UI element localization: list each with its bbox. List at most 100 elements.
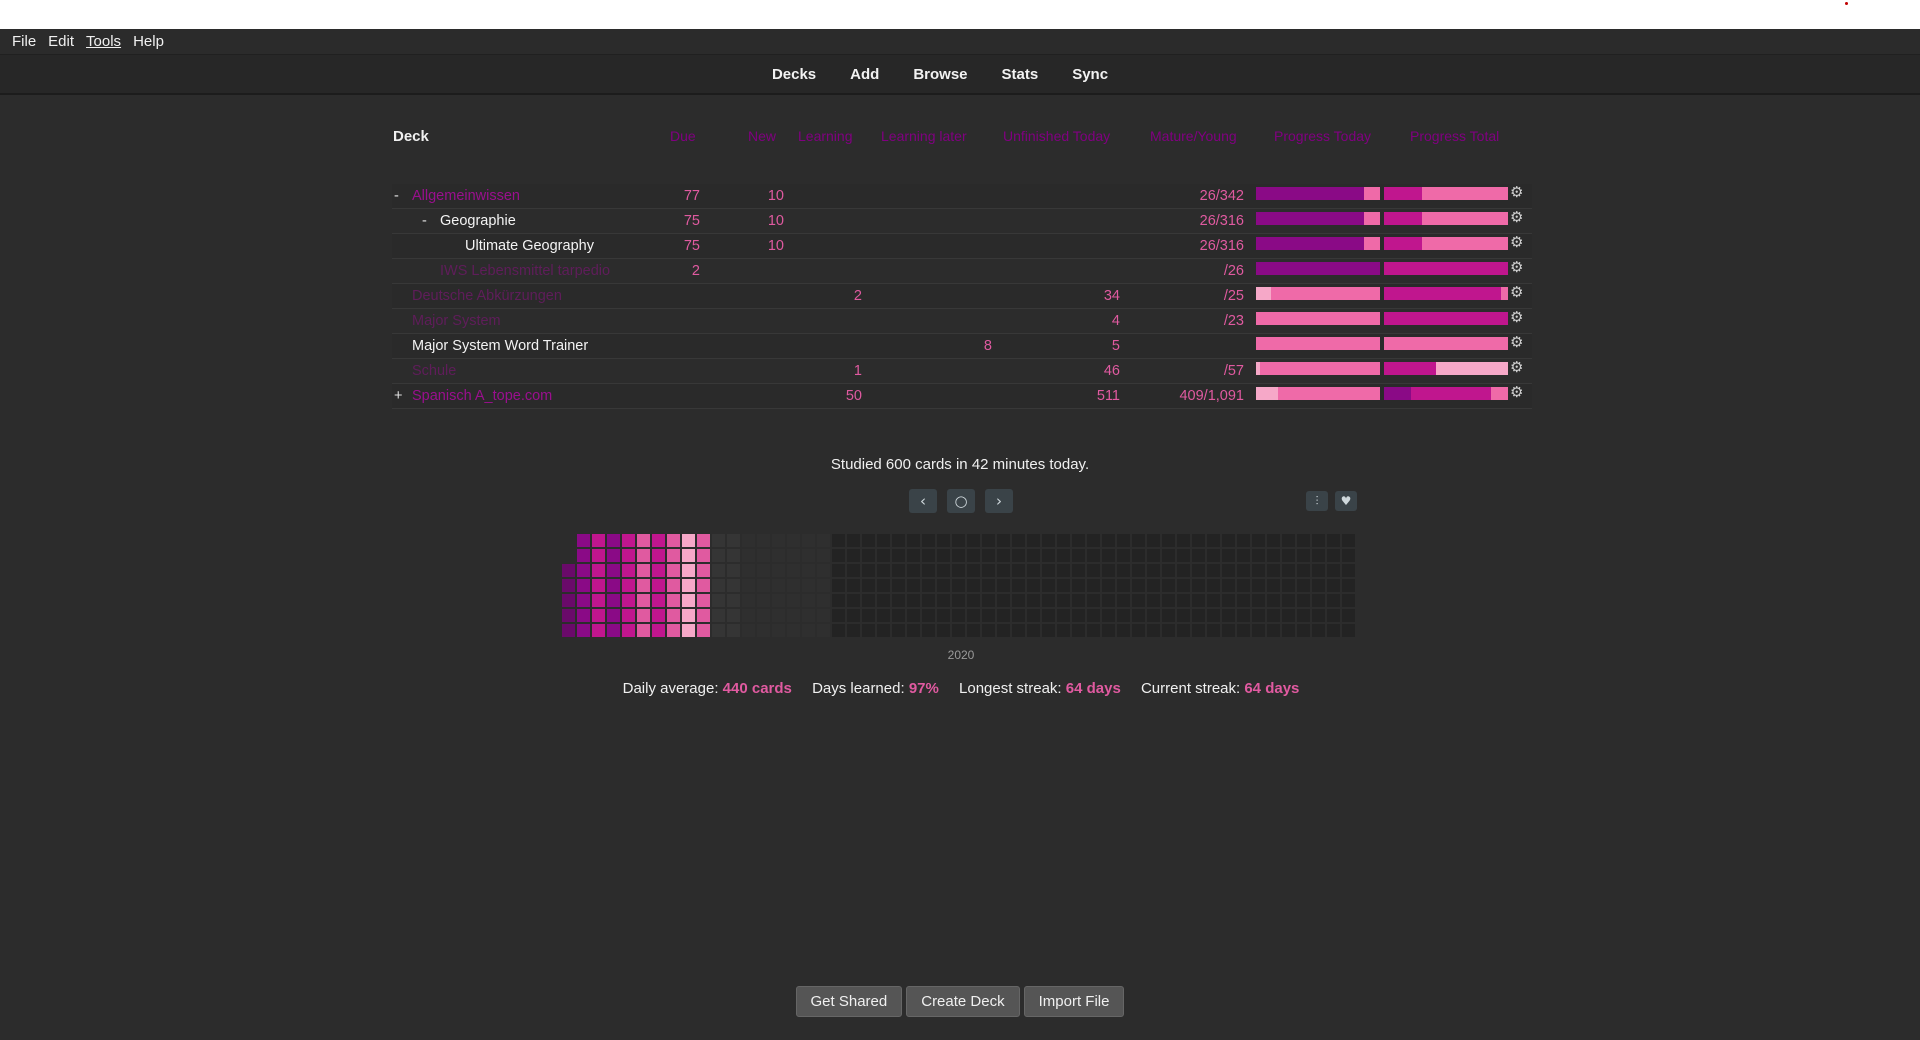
heatmap-day[interactable]: [847, 594, 860, 607]
heatmap-day[interactable]: [1312, 579, 1325, 592]
heatmap-day[interactable]: [892, 549, 905, 562]
heatmap-day[interactable]: [982, 534, 995, 547]
heatmap-day[interactable]: [607, 564, 620, 577]
heatmap-day[interactable]: [967, 564, 980, 577]
heatmap-day[interactable]: [1342, 549, 1355, 562]
heatmap-day[interactable]: [577, 549, 590, 562]
heatmap-day[interactable]: [1147, 594, 1160, 607]
heatmap-day[interactable]: [1327, 609, 1340, 622]
heatmap-day[interactable]: [952, 549, 965, 562]
heatmap-day[interactable]: [892, 534, 905, 547]
menu-help[interactable]: Help: [133, 33, 164, 50]
heatmap-day[interactable]: [1117, 594, 1130, 607]
heatmap-day[interactable]: [1162, 534, 1175, 547]
heatmap-day[interactable]: [1312, 564, 1325, 577]
heatmap-day[interactable]: [1312, 534, 1325, 547]
heatmap-day[interactable]: [1297, 534, 1310, 547]
deck-row[interactable]: IWS Lebensmittel tarpedio 2 /26 ⚙: [392, 259, 1532, 284]
heatmap-day[interactable]: [832, 564, 845, 577]
heatmap-day[interactable]: [997, 594, 1010, 607]
chevron-left-icon[interactable]: ‹: [909, 489, 937, 513]
heatmap-day[interactable]: [1297, 579, 1310, 592]
heatmap-day[interactable]: [757, 564, 770, 577]
heatmap-day[interactable]: [682, 609, 695, 622]
heatmap-day[interactable]: [1267, 579, 1280, 592]
heatmap-day[interactable]: [712, 564, 725, 577]
heatmap-day[interactable]: [697, 624, 710, 637]
heatmap-day[interactable]: [922, 609, 935, 622]
heatmap-day[interactable]: [1057, 609, 1070, 622]
heatmap-day[interactable]: [667, 594, 680, 607]
heatmap-day[interactable]: [967, 534, 980, 547]
heatmap-day[interactable]: [847, 579, 860, 592]
heatmap-day[interactable]: [1222, 579, 1235, 592]
heatmap-day[interactable]: [622, 609, 635, 622]
heatmap-day[interactable]: [817, 564, 830, 577]
heatmap-day[interactable]: [1057, 624, 1070, 637]
heatmap-day[interactable]: [802, 624, 815, 637]
heatmap-day[interactable]: [952, 579, 965, 592]
heatmap-day[interactable]: [577, 534, 590, 547]
heatmap-day[interactable]: [967, 624, 980, 637]
heatmap-day[interactable]: [592, 534, 605, 547]
heatmap-day[interactable]: [877, 534, 890, 547]
heatmap-day[interactable]: [667, 564, 680, 577]
collapse-toggle[interactable]: -: [422, 213, 434, 229]
heatmap-day[interactable]: [1267, 624, 1280, 637]
heatmap-day[interactable]: [1027, 579, 1040, 592]
heatmap-day[interactable]: [592, 609, 605, 622]
deck-name[interactable]: IWS Lebensmittel tarpedio: [440, 263, 610, 279]
heatmap-day[interactable]: [1087, 549, 1100, 562]
heatmap-day[interactable]: [757, 609, 770, 622]
heatmap-day[interactable]: [712, 609, 725, 622]
heatmap-day[interactable]: [682, 564, 695, 577]
heatmap-day[interactable]: [1147, 624, 1160, 637]
heatmap-day[interactable]: [862, 579, 875, 592]
heatmap-day[interactable]: [742, 564, 755, 577]
heatmap-day[interactable]: [622, 624, 635, 637]
heatmap-day[interactable]: [1192, 534, 1205, 547]
heatmap-day[interactable]: [967, 609, 980, 622]
heatmap-day[interactable]: [1087, 624, 1100, 637]
heatmap-day[interactable]: [817, 624, 830, 637]
heatmap-day[interactable]: [697, 609, 710, 622]
heatmap-day[interactable]: [1147, 549, 1160, 562]
gear-icon[interactable]: ⚙: [1510, 260, 1526, 276]
heatmap-day[interactable]: [787, 534, 800, 547]
heatmap-day[interactable]: [1342, 579, 1355, 592]
heatmap-day[interactable]: [1132, 624, 1145, 637]
heatmap-day[interactable]: [652, 549, 665, 562]
heatmap-day[interactable]: [1012, 624, 1025, 637]
heatmap-day[interactable]: [1177, 534, 1190, 547]
heatmap-day[interactable]: [1297, 549, 1310, 562]
heatmap-day[interactable]: [1087, 564, 1100, 577]
heatmap-day[interactable]: [922, 579, 935, 592]
heatmap-day[interactable]: [1342, 564, 1355, 577]
heatmap-day[interactable]: [742, 624, 755, 637]
heatmap-day[interactable]: [907, 579, 920, 592]
heatmap-day[interactable]: [1327, 534, 1340, 547]
heatmap-day[interactable]: [817, 609, 830, 622]
heatmap-day[interactable]: [1162, 624, 1175, 637]
heatmap-day[interactable]: [1327, 564, 1340, 577]
heatmap-day[interactable]: [712, 549, 725, 562]
heatmap-day[interactable]: [772, 549, 785, 562]
heatmap-day[interactable]: [847, 534, 860, 547]
get-shared-button[interactable]: Get Shared: [795, 986, 903, 1017]
heatmap-day[interactable]: [1027, 594, 1040, 607]
heatmap-day[interactable]: [832, 609, 845, 622]
heatmap-day[interactable]: [952, 534, 965, 547]
heatmap-day[interactable]: [772, 579, 785, 592]
heatmap-day[interactable]: [592, 624, 605, 637]
heatmap-day[interactable]: [1162, 609, 1175, 622]
heatmap-day[interactable]: [622, 549, 635, 562]
heatmap-day[interactable]: [1102, 594, 1115, 607]
heatmap-day[interactable]: [1222, 549, 1235, 562]
heatmap-day[interactable]: [592, 564, 605, 577]
gear-icon[interactable]: ⚙: [1510, 385, 1526, 401]
heatmap-day[interactable]: [637, 624, 650, 637]
heatmap-day[interactable]: [937, 549, 950, 562]
heatmap-day[interactable]: [1252, 549, 1265, 562]
heatmap-day[interactable]: [817, 594, 830, 607]
heatmap-day[interactable]: [1102, 549, 1115, 562]
